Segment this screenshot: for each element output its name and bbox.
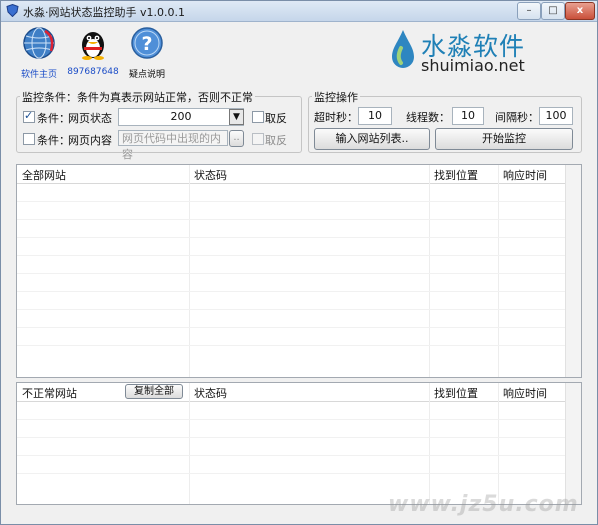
interval-input[interactable]: 100 (539, 107, 573, 125)
window-title: 水淼·网站状态监控助手 v1.0.0.1 (23, 6, 185, 19)
row-line (17, 255, 565, 256)
threads-value: 10 (461, 109, 475, 122)
row-line (17, 327, 565, 328)
chevron-down-icon[interactable]: ▼ (229, 109, 244, 125)
brand-url: shuimiao.net (421, 56, 525, 75)
status-code-value: 200 (170, 110, 192, 123)
all-sites-scrollbar[interactable] (565, 165, 581, 377)
condition2-invert-label: 取反 (265, 134, 287, 147)
col-found-position: 找到位置 (434, 169, 478, 182)
timeout-input[interactable]: 10 (358, 107, 392, 125)
condition1-checkbox[interactable] (23, 109, 35, 123)
qq-number-label: 897687648 (67, 67, 119, 77)
monitor-legend: 监控操作 (312, 89, 360, 105)
condition1-label: 网页状态 (68, 112, 112, 125)
row-line (17, 273, 565, 274)
col-status-code: 状态码 (194, 169, 227, 182)
threads-input[interactable]: 10 (452, 107, 484, 125)
help-icon: ? (131, 27, 163, 59)
col-divider (189, 383, 190, 504)
row-line (17, 437, 565, 438)
col-divider (429, 383, 430, 504)
homepage-label: 软件主页 (20, 70, 57, 80)
col-divider (498, 383, 499, 504)
row-line (17, 455, 565, 456)
all-sites-table[interactable]: 全部网站 状态码 找到位置 响应时间 (16, 164, 582, 378)
row-line (17, 473, 565, 474)
content-browse-button[interactable]: .. (229, 130, 244, 147)
all-sites-header: 全部网站 状态码 找到位置 响应时间 (17, 165, 565, 184)
title-bar: 水淼·网站状态监控助手 v1.0.0.1 – □ x (1, 1, 597, 22)
start-monitor-button[interactable]: 开始监控 (435, 128, 573, 150)
threads-label: 线程数： (406, 111, 450, 124)
homepage-button[interactable]: 软件主页 (9, 25, 69, 81)
col-all-sites: 全部网站 (22, 169, 66, 182)
watermark-text: www.jz5u.com (388, 492, 579, 517)
copy-all-button[interactable]: 复制全部 (125, 384, 183, 399)
minimize-button[interactable]: – (517, 2, 541, 20)
row-line (17, 345, 565, 346)
condition2-checkbox[interactable] (23, 133, 35, 145)
main-window: 水淼·网站状态监控助手 v1.0.0.1 – □ x 软件主页 89768764… (0, 0, 598, 525)
row-line (17, 219, 565, 220)
col-status-code: 状态码 (194, 387, 227, 400)
abnormal-sites-table[interactable]: 不正常网站 状态码 找到位置 响应时间 复制全部 (16, 382, 582, 505)
condition1-invert-label: 取反 (265, 112, 287, 125)
col-response-time: 响应时间 (503, 387, 547, 400)
content-match-placeholder: 网页代码中出现的内容 (122, 132, 221, 161)
col-abnormal-sites: 不正常网站 (22, 387, 77, 400)
minimize-icon: – (526, 5, 532, 16)
condition2-invert-checkbox[interactable] (252, 133, 264, 145)
qq-contact-button[interactable]: 897687648 (63, 25, 123, 81)
condition1-invert-checkbox[interactable] (252, 111, 264, 123)
import-sites-button[interactable]: 输入网站列表.. (314, 128, 430, 150)
maximize-icon: □ (548, 5, 558, 16)
app-shield-icon (6, 4, 19, 17)
content-match-input[interactable]: 网页代码中出现的内容 (118, 130, 228, 161)
interval-value: 100 (545, 109, 567, 122)
help-label: 疑点说明 (128, 70, 165, 80)
close-icon: x (576, 5, 584, 16)
row-line (17, 309, 565, 310)
interval-label: 间隔秒： (495, 111, 539, 124)
globe-icon (23, 27, 55, 59)
row-line (17, 291, 565, 292)
timeout-label: 超时秒： (314, 111, 358, 124)
condition2-prefix: 条件： (37, 134, 70, 147)
qq-penguin-icon (82, 32, 104, 60)
timeout-value: 10 (368, 109, 382, 122)
status-code-select[interactable]: 200 (118, 108, 244, 126)
abnormal-sites-header: 不正常网站 状态码 找到位置 响应时间 (17, 383, 565, 402)
abnormal-sites-scrollbar[interactable] (565, 383, 581, 504)
close-button[interactable]: x (565, 2, 595, 20)
col-response-time: 响应时间 (503, 169, 547, 182)
condition1-prefix: 条件： (37, 112, 70, 125)
row-line (17, 237, 565, 238)
maximize-button[interactable]: □ (541, 2, 565, 20)
condition2-label: 网页内容 (68, 134, 112, 147)
help-button[interactable]: ? 疑点说明 (117, 25, 177, 81)
svg-text:?: ? (141, 33, 152, 55)
row-line (17, 419, 565, 420)
col-found-position: 找到位置 (434, 387, 478, 400)
row-line (17, 201, 565, 202)
conditions-legend: 监控条件：条件为真表示网站正常，否则不正常 (20, 89, 255, 105)
brand-water-drop-logo (392, 30, 414, 68)
